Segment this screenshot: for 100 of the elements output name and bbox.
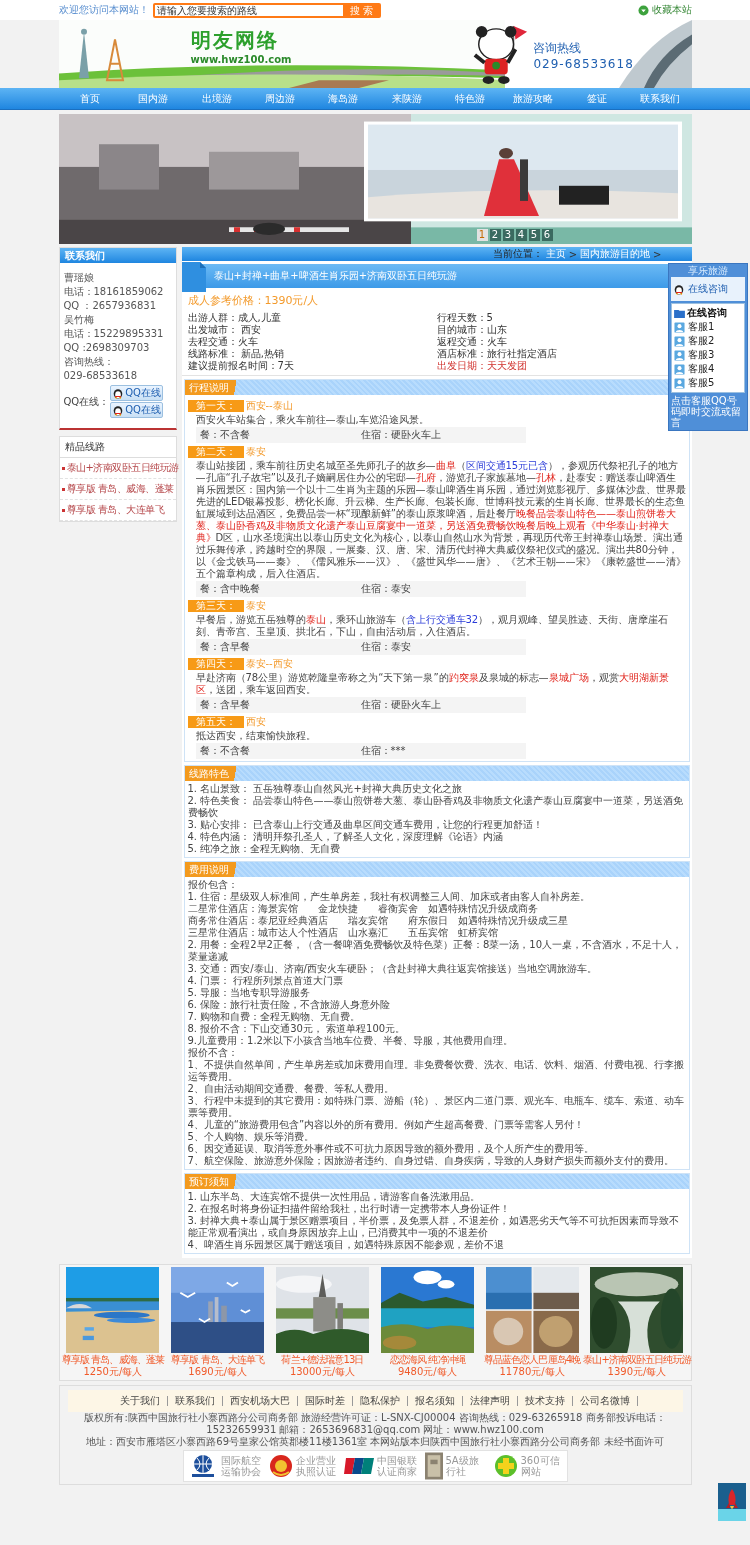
nav-link[interactable]: 出境游 bbox=[185, 92, 249, 106]
nav-link[interactable]: 海岛游 bbox=[311, 92, 375, 106]
meal-text: 餐：不含餐 bbox=[199, 429, 251, 441]
footer-link[interactable]: 报名须知 bbox=[407, 1396, 463, 1406]
day-label: 第四天： bbox=[187, 658, 244, 670]
info-text: 出发城市： 西安 bbox=[187, 324, 261, 336]
nav-link[interactable]: 旅游攻略 bbox=[501, 92, 565, 106]
list-text: 三星常住酒店：城市达人个性酒店 山水嘉汇 五岳宾馆 虹桥宾馆 bbox=[187, 927, 499, 939]
nav-link[interactable]: 首页 bbox=[58, 92, 122, 106]
person-icon bbox=[674, 363, 685, 375]
bullet-icon bbox=[61, 508, 65, 512]
footer-link[interactable]: 关于我们 bbox=[112, 1396, 168, 1406]
tour-link[interactable]: 泰山+济南双卧五日纯玩游 bbox=[583, 1354, 691, 1366]
agent-link[interactable]: 客服2 bbox=[674, 334, 742, 348]
slide-number[interactable]: 4 bbox=[515, 229, 527, 241]
list-text: 6. 保险：旅行社责任险，不含旅游人身意外险 bbox=[187, 999, 392, 1011]
meal-text: 餐：含中晚餐 bbox=[199, 583, 261, 595]
stay-text: 住宿：泰安 bbox=[360, 583, 412, 595]
list-text: 3、行程中未提到的其它费用：如特殊门票、游船（轮）、景区内二道门票、观光车、电瓶车、缆车、索道、动车票等费用。 bbox=[187, 1095, 685, 1119]
route-link[interactable]: 尊享版 青岛、威海、蓬莱 bbox=[66, 482, 174, 496]
footer-link[interactable]: 联系我们 bbox=[167, 1396, 223, 1406]
nav-link[interactable]: 特色游 bbox=[438, 92, 502, 106]
person-icon bbox=[674, 377, 685, 389]
list-text: 7. 购物和自费：全程无购物、无自费。 bbox=[187, 1011, 362, 1023]
route-link[interactable]: 泰山+济南双卧五日纯玩游 bbox=[66, 461, 179, 475]
contact-text: 电话：15229895331 bbox=[63, 327, 165, 341]
footer-link[interactable]: 法律声明 bbox=[462, 1396, 518, 1406]
footer-link[interactable]: 技术支持 bbox=[517, 1396, 573, 1406]
day-description: 早赴济南（78公里）游览乾隆皇帝称之为“天下第一泉”的趵突泉及泉城的标志—泉城广场，观赏大明湖新景区，送团，乘车返回西安。 bbox=[195, 672, 670, 696]
list-text: 4、儿童的“旅游费用包含”内容以外的所有费用。例如产生超高餐费、门票等需客人另付！ bbox=[187, 1119, 586, 1131]
person-icon bbox=[674, 321, 685, 333]
slide-number[interactable]: 1 bbox=[476, 229, 488, 241]
badge-text: 5A级旅行社 bbox=[445, 1455, 480, 1477]
breadcrumb-link[interactable]: 主页 bbox=[545, 247, 566, 261]
breadcrumb-separator: > bbox=[653, 248, 662, 260]
slide-number[interactable]: 2 bbox=[489, 229, 501, 241]
tour-link[interactable]: 尊享版 青岛、威海、蓬莱 bbox=[61, 1354, 165, 1366]
footer-link[interactable]: 国际时差 bbox=[297, 1396, 353, 1406]
agent-link[interactable]: 客服1 bbox=[674, 320, 742, 334]
info-text: 出游人群：成人,儿童 bbox=[187, 312, 281, 324]
agent-link[interactable]: 客服5 bbox=[674, 376, 742, 390]
breadcrumb-link[interactable]: 国内旅游目的地 bbox=[580, 247, 651, 261]
tour-link[interactable]: 尊品蓝色恋人巴厘岛4晚 bbox=[483, 1354, 581, 1366]
nav-link[interactable]: 联系我们 bbox=[628, 92, 692, 106]
price-text: 11780元/每人 bbox=[499, 1366, 565, 1378]
qq-button[interactable]: QQ在线 bbox=[110, 402, 163, 418]
day-description: 早餐后，游览五岳独尊的泰山，乘环山旅游车（含上行交通车32），观月观峰、望吴胜迹、天街、唐摩崖石刻、青帝宫、玉皇顶、拱北石，下山，自由活动后，入住酒店。 bbox=[195, 614, 670, 638]
day-label: 第二天： bbox=[187, 446, 244, 458]
agent-link[interactable]: 客服3 bbox=[674, 348, 742, 362]
list-text: 6、因交通延误、取消等意外事件或不可抗力原因导致的额外费用，及个人所产生的费用等。 bbox=[187, 1143, 595, 1155]
bullet-icon bbox=[61, 466, 65, 470]
nav-link[interactable]: 国内游 bbox=[121, 92, 186, 106]
welcome-text: 欢迎您访问本网站！ bbox=[58, 3, 149, 17]
emblem-icon bbox=[268, 1454, 293, 1478]
bookmark-link[interactable]: 收藏本站 bbox=[637, 3, 692, 17]
download-icon bbox=[637, 4, 649, 16]
list-text: 报价不含： bbox=[187, 1047, 239, 1059]
route-text: 西安 bbox=[245, 715, 266, 729]
breadcrumb-label: 当前位置： bbox=[492, 247, 543, 261]
route-text: 西安--泰山 bbox=[245, 399, 293, 413]
route-text: 泰安 bbox=[245, 599, 266, 613]
nav-link[interactable]: 来陕游 bbox=[375, 92, 439, 106]
address-text: 地址：西安市雁塔区小寨西路69号皇家公馆英郡楼11楼1361室 本网站版本归陕西中国旅行社小寨西路分公司商务部 未经书面许可 bbox=[86, 1436, 664, 1448]
site-name: 明友网络 bbox=[190, 27, 280, 54]
list-text: 商务常住酒店：泰尼亚经典酒店 瑞友宾馆 府东假日 如遇特殊情况升级成三星 bbox=[187, 915, 569, 927]
price-text: 1390元/每人 bbox=[607, 1366, 667, 1378]
slide-number[interactable]: 3 bbox=[502, 229, 514, 241]
list-text: 1. 山东半岛、大连宾馆不提供一次性用品，请游客自备洗漱用品。 bbox=[187, 1191, 482, 1203]
tour-link[interactable]: 恋恋海风 纯净冲绳 bbox=[389, 1354, 465, 1366]
contact-text: 029-68533618 bbox=[63, 369, 139, 383]
badge-text: 企业营业执照认证 bbox=[295, 1455, 337, 1477]
nav-link[interactable]: 签证 bbox=[564, 92, 629, 106]
nav-link[interactable]: 周边游 bbox=[248, 92, 312, 106]
slide-number[interactable]: 5 bbox=[528, 229, 540, 241]
panel-title: 精品线路 bbox=[59, 437, 176, 458]
route-link[interactable]: 尊享版 青岛、大连单飞 bbox=[66, 503, 165, 517]
meal-text: 餐：含早餐 bbox=[199, 699, 251, 711]
tour-link[interactable]: 尊享版 青岛、大连单飞 bbox=[171, 1354, 265, 1366]
tour-title: 泰山+封禅+曲阜+啤酒生肖乐园+济南双卧五日纯玩游 bbox=[212, 269, 457, 283]
info-text: 去程交通：火车 bbox=[187, 336, 258, 348]
price-text: 13000元/每人 bbox=[289, 1366, 356, 1378]
route-text: 泰安--西安 bbox=[245, 657, 293, 671]
agent-link[interactable]: 客服4 bbox=[674, 362, 742, 376]
plaque-icon bbox=[424, 1452, 443, 1480]
list-text: 1. 名山景致： 五岳独尊泰山自然风光+封禅大典历史文化之旅 bbox=[187, 783, 463, 795]
hotline-number: 029-68533618 bbox=[533, 57, 634, 71]
footer-link[interactable]: 隐私保护 bbox=[352, 1396, 408, 1406]
contact-text: QQ ：2657936831 bbox=[63, 299, 158, 313]
penguin-icon bbox=[112, 387, 125, 399]
slide-number[interactable]: 6 bbox=[541, 229, 553, 241]
footer-link[interactable]: 公司名微博 bbox=[572, 1396, 638, 1406]
footer-link[interactable]: 西安机场大巴 bbox=[222, 1396, 298, 1406]
qq-button[interactable]: QQ在线 bbox=[110, 385, 163, 401]
tour-link[interactable]: 荷兰+德法瑞意13日 bbox=[281, 1354, 364, 1366]
fold-icon bbox=[181, 262, 206, 292]
list-text: 9.儿童费用：1.2米以下小孩含当地车位费、半餐、导服，其他费用自理。 bbox=[187, 1035, 514, 1047]
search-field[interactable]: 请输入您要搜索的路线 bbox=[153, 3, 344, 17]
contact-text: 电话：18161859062 bbox=[63, 285, 165, 299]
hotline-label: 咨询热线 bbox=[533, 40, 583, 57]
list-text: 1. 住宿：星级双人标准间，产生单房差，我社有权调整三人间、加床或者由客人自补房差。 bbox=[187, 891, 592, 903]
